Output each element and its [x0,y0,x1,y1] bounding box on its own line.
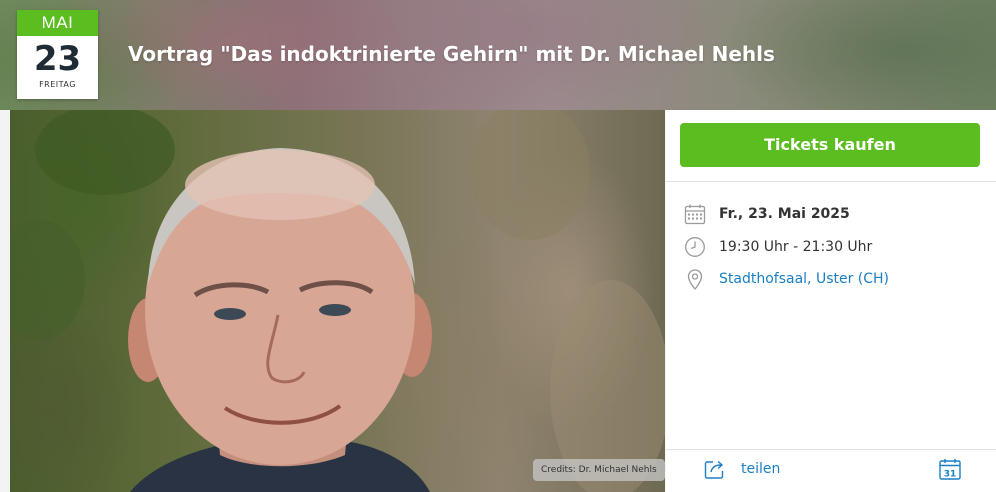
event-location-link[interactable]: Stadthofsaal, Uster (CH) [719,271,889,287]
date-month: MAI [17,10,98,36]
share-icon [704,460,724,479]
divider [666,181,996,182]
calendar-icon-number: 31 [944,470,957,480]
clock-icon [685,237,705,257]
date-day: 23 [33,39,82,79]
event-title: Vortrag "Das indoktrinierte Gehirn" mit … [128,42,775,66]
date-weekday: FREITAG [39,80,76,89]
event-photo: Credits: Dr. Michael Nehls [10,110,665,492]
divider [666,449,996,450]
calendar-icon [684,204,706,225]
event-time-row: 19:30 Uhr - 21:30 Uhr [684,236,984,260]
event-date-row: Fr., 23. Mai 2025 [684,203,984,227]
date-badge: MAI 23 FREITAG [17,10,98,99]
event-location-row[interactable]: Stadthofsaal, Uster (CH) [684,268,984,292]
add-to-calendar-icon[interactable]: 31 [938,457,962,481]
map-pin-icon [687,269,703,290]
speaker-portrait [10,110,665,492]
photo-credits: Credits: Dr. Michael Nehls [533,459,665,481]
event-sidebar: Tickets kaufen Fr., 23. Mai 2025 19:30 U… [666,110,996,492]
share-label: teilen [741,461,781,477]
event-time-text: 19:30 Uhr - 21:30 Uhr [719,239,873,255]
buy-tickets-button[interactable]: Tickets kaufen [680,123,980,167]
event-date-text: Fr., 23. Mai 2025 [719,206,850,222]
share-button[interactable]: teilen [704,457,814,483]
